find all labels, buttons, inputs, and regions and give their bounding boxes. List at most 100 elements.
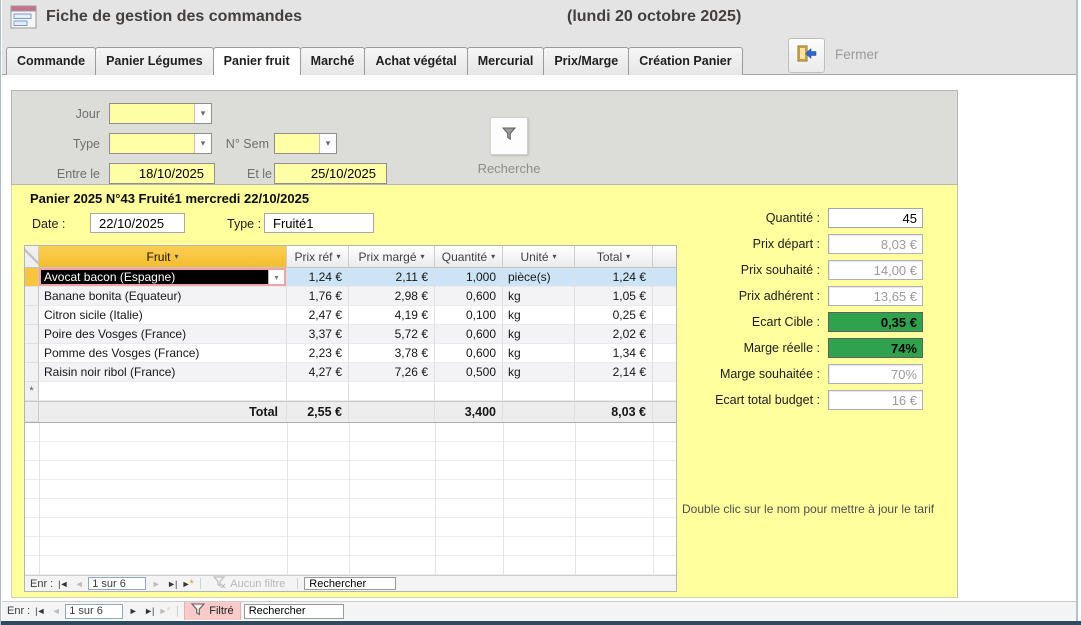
tab-mercurial[interactable]: Mercurial — [467, 47, 545, 75]
new-record-button[interactable]: ►* — [181, 578, 194, 590]
subform-search-input[interactable]: Rechercher — [304, 577, 396, 590]
prix-marge-cell[interactable]: 7,26 € — [349, 363, 435, 382]
et-le-label: Et le — [184, 167, 272, 181]
subform-filter-toggle[interactable]: Aucun filtre — [207, 576, 291, 591]
quantite-cell[interactable]: 0,100 — [435, 306, 503, 325]
column-header-total[interactable]: Total ▾ — [575, 246, 653, 268]
new-record-row: * — [25, 382, 676, 401]
column-header-prix-ref[interactable]: Prix réf ▾ — [287, 246, 349, 268]
dropdown-icon[interactable]: ▾ — [491, 252, 495, 261]
first-record-button[interactable]: |◄ — [33, 606, 46, 616]
unite-cell[interactable]: kg — [503, 287, 575, 306]
row-selector[interactable] — [25, 306, 39, 325]
chevron-down-icon[interactable]: ▾ — [319, 134, 336, 153]
total-cell[interactable]: 2,02 € — [575, 325, 653, 344]
tab-creation-panier[interactable]: Création Panier — [628, 47, 742, 75]
prix-marge-cell[interactable]: 2,11 € — [349, 268, 435, 287]
tab-panier-fruit[interactable]: Panier fruit — [213, 47, 301, 75]
quantite-cell[interactable]: 0,600 — [435, 344, 503, 363]
marge-reelle-label: Marge réelle : — [678, 341, 828, 355]
next-record-button[interactable]: ► — [126, 606, 139, 616]
fruit-cell[interactable]: Pomme des Vosges (France) — [39, 344, 287, 363]
first-record-button[interactable]: |◄ — [56, 579, 69, 589]
record-label: Enr : — [30, 578, 53, 590]
total-cell[interactable]: 1,05 € — [575, 287, 653, 306]
row-selector[interactable] — [25, 363, 39, 382]
tab-marche[interactable]: Marché — [300, 47, 366, 75]
jour-combo[interactable]: ▾ — [109, 103, 212, 124]
record-position-box[interactable]: 1 sur 6 — [65, 604, 123, 619]
prix-ref-cell[interactable]: 1,76 € — [287, 287, 349, 306]
prix-ref-cell[interactable]: 2,23 € — [287, 344, 349, 363]
prix-ref-cell[interactable]: 4,27 € — [287, 363, 349, 382]
total-cell[interactable]: 0,25 € — [575, 306, 653, 325]
table-total-row: Total 2,55 € 3,400 8,03 € — [25, 401, 676, 423]
dropdown-icon[interactable]: ▾ — [553, 252, 557, 261]
unite-cell[interactable]: kg — [503, 363, 575, 382]
prix-ref-cell[interactable]: 2,47 € — [287, 306, 349, 325]
column-header-unite[interactable]: Unité ▾ — [503, 246, 575, 268]
unite-cell[interactable]: kg — [503, 306, 575, 325]
new-record-marker[interactable]: * — [25, 382, 39, 401]
quantite-cell[interactable]: 1,000 — [435, 268, 503, 287]
column-header-prix-marge[interactable]: Prix margé ▾ — [349, 246, 435, 268]
column-header-fruit[interactable]: Fruit ▾ — [39, 246, 287, 268]
record-position-box[interactable]: 1 sur 6 — [88, 577, 146, 590]
prix-marge-cell[interactable]: 4,19 € — [349, 306, 435, 325]
tab-strip: Commande Panier Légumes Panier fruit Mar… — [2, 36, 1076, 75]
total-cell[interactable]: 2,14 € — [575, 363, 653, 382]
last-record-button[interactable]: ►| — [142, 606, 155, 616]
previous-record-button: ◄ — [72, 579, 85, 589]
last-record-button[interactable]: ►| — [165, 579, 178, 589]
chevron-down-icon[interactable]: ▾ — [194, 104, 211, 123]
num-sem-combo[interactable]: ▾ — [274, 133, 337, 154]
quantite-cell[interactable]: 0,600 — [435, 325, 503, 344]
prix-marge-cell[interactable]: 2,98 € — [349, 287, 435, 306]
mainform-filter-toggle[interactable]: Filtré — [184, 602, 240, 620]
next-record-button: ► — [149, 579, 162, 589]
tab-panier-legumes[interactable]: Panier Légumes — [95, 47, 214, 75]
fruit-cell[interactable]: Poire des Vosges (France) — [39, 325, 287, 344]
total-cell[interactable]: 1,34 € — [575, 344, 653, 363]
window-right-border — [1076, 0, 1078, 625]
fruit-cell[interactable]: Banane bonita (Equateur) — [39, 287, 287, 306]
fruit-cell[interactable]: Citron sicile (Italie) — [39, 306, 287, 325]
prix-ref-cell[interactable]: 3,37 € — [287, 325, 349, 344]
dropdown-icon[interactable]: ▾ — [174, 252, 178, 261]
prix-marge-cell[interactable]: 5,72 € — [349, 325, 435, 344]
form-content: Jour ▾ Type ▾ N° Sem ▾ Entre le 18/10/20… — [2, 75, 1076, 601]
tab-commande[interactable]: Commande — [6, 47, 96, 75]
column-header-quantite[interactable]: Quantité ▾ — [435, 246, 503, 268]
quantite-input[interactable]: 45 — [828, 208, 923, 228]
fruit-cell[interactable]: Raisin noir ribol (France) — [39, 363, 287, 382]
fermer-button[interactable] — [788, 38, 825, 73]
unite-cell[interactable]: pièce(s) — [503, 268, 575, 287]
prix-marge-cell[interactable]: 3,78 € — [349, 344, 435, 363]
quantite-cell[interactable]: 0,500 — [435, 363, 503, 382]
dropdown-icon[interactable]: ▾ — [626, 252, 630, 261]
tab-achat-vegetal[interactable]: Achat végétal — [364, 47, 467, 75]
row-selector[interactable] — [25, 344, 39, 363]
mainform-search-input[interactable]: Rechercher — [244, 604, 344, 619]
panier-form: Panier 2025 N°43 Fruité1 mercredi 22/10/… — [11, 185, 958, 598]
unite-cell[interactable]: kg — [503, 344, 575, 363]
fruit-cell[interactable]: Avocat bacon (Espagne) ▾ — [39, 268, 287, 287]
table-row: Pomme des Vosges (France) 2,23 € 3,78 € … — [25, 344, 676, 363]
type-field-input[interactable]: Fruité1 — [264, 213, 374, 233]
panier-header: Panier 2025 N°43 Fruité1 mercredi 22/10/… — [30, 191, 309, 206]
quantite-cell[interactable]: 0,600 — [435, 287, 503, 306]
chevron-down-icon[interactable]: ▾ — [268, 270, 284, 284]
row-selector[interactable] — [25, 325, 39, 344]
tab-prix-marge[interactable]: Prix/Marge — [543, 47, 629, 75]
datasheet-corner[interactable] — [25, 246, 39, 268]
recherche-button[interactable] — [490, 117, 528, 155]
date-input[interactable]: 22/10/2025 — [90, 213, 185, 233]
total-cell[interactable]: 1,24 € — [575, 268, 653, 287]
dropdown-icon[interactable]: ▾ — [337, 252, 341, 261]
et-le-input[interactable]: 25/10/2025 — [274, 163, 387, 184]
unite-cell[interactable]: kg — [503, 325, 575, 344]
prix-ref-cell[interactable]: 1,24 € — [287, 268, 349, 287]
dropdown-icon[interactable]: ▾ — [421, 252, 425, 261]
row-selector[interactable] — [25, 287, 39, 306]
row-selector[interactable] — [25, 268, 39, 287]
